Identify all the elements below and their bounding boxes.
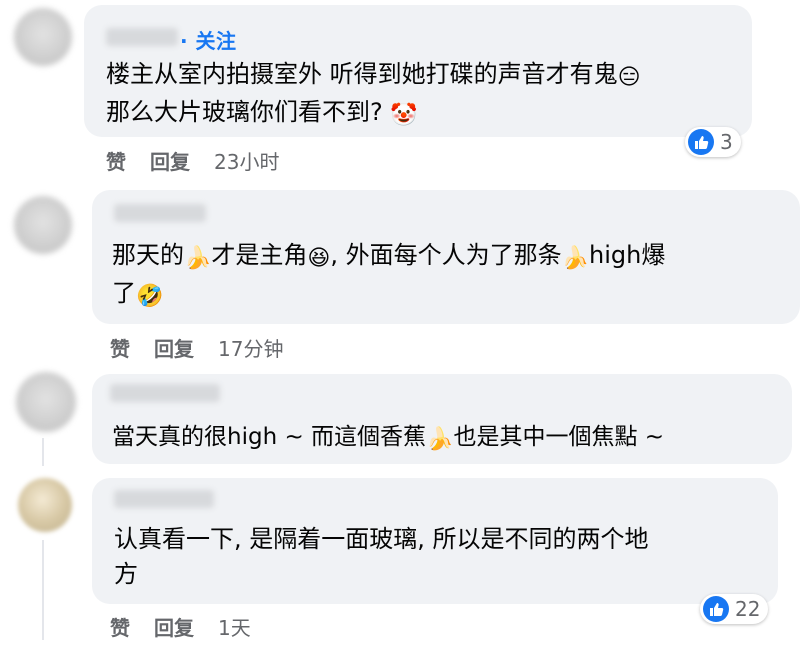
comment-bubble: 认真看一下, 是隔着一面玻璃, 所以是不同的两个地 方 [92,478,778,604]
reply-button[interactable]: 回复 [154,616,194,640]
comment-line: 那么大片玻璃你们看不到? [106,98,383,126]
comment-line-segment: 也是其中一個焦點 ~ [453,424,665,450]
grinning-squint-emoji: 😆 [307,246,331,271]
comment-actions: 赞回复 23小时 [106,146,279,175]
comment-text: 那天的🍌才是主角😆, 外面每个人为了那条🍌high爆 了🤣 [112,238,665,314]
reply-button[interactable]: 回复 [154,337,194,361]
comment-line: 了 [112,279,136,307]
comment-line-segment: 才是主角 [211,241,308,269]
rolling-laughing-emoji: 🤣 [136,284,164,309]
commenter-name-redacted[interactable] [114,490,214,508]
commenter-avatar[interactable] [18,478,72,532]
comment-actions: 赞回复 1天 [110,612,251,641]
banana-emoji: 🍌 [426,427,454,452]
comment-bubble: 那天的🍌才是主角😆, 外面每个人为了那条🍌high爆 了🤣 [92,190,800,324]
reaction-count: 22 [735,597,761,621]
like-button[interactable]: 赞 [110,337,130,361]
like-button[interactable]: 赞 [110,616,130,640]
comment-bubble: 當天真的很high ~ 而這個香蕉🍌也是其中一個焦點 ~ [92,374,792,464]
comment-bubble: · 关注 楼主从室内拍摄室外 听得到她打碟的声音才有鬼😑 那么大片玻璃你们看不到… [84,5,752,137]
thread-line [42,540,44,640]
reaction-count: 3 [720,130,733,154]
comment-line: 方 [114,560,138,588]
clown-emoji: 🤡 [390,103,418,128]
follow-link[interactable]: · 关注 [180,25,237,54]
like-button[interactable]: 赞 [106,150,126,174]
commenter-avatar[interactable] [14,8,72,66]
reply-button[interactable]: 回复 [150,150,190,174]
banana-emoji: 🍌 [561,246,590,271]
expressionless-emoji: 😑 [617,65,641,90]
comment-line-segment: , 外面每个人为了那条 [330,241,562,269]
comment-text: 楼主从室内拍摄室外 听得到她打碟的声音才有鬼😑 那么大片玻璃你们看不到? 🤡 [106,57,641,133]
commenter-name-redacted[interactable] [110,384,220,402]
comment-line-segment: high爆 [589,241,666,269]
comment-text: 當天真的很high ~ 而這個香蕉🍌也是其中一個焦點 ~ [112,420,664,457]
thread-line [42,438,44,466]
comment-text: 认真看一下, 是隔着一面玻璃, 所以是不同的两个地 方 [114,522,649,592]
reaction-count-badge[interactable]: 3 [685,127,741,157]
banana-emoji: 🍌 [184,246,212,271]
commenter-avatar[interactable] [14,196,72,254]
comment-timestamp[interactable]: 1天 [218,616,251,640]
comment-line: 认真看一下, 是隔着一面玻璃, 所以是不同的两个地 [114,525,649,553]
commenter-avatar[interactable] [16,372,76,432]
thumbs-up-icon [703,596,729,622]
comment-line: 楼主从室内拍摄室外 听得到她打碟的声音才有鬼 [106,60,618,88]
thumbs-up-icon [688,129,714,155]
comment-actions: 赞回复 17分钟 [110,333,283,362]
reaction-count-badge[interactable]: 22 [700,594,769,624]
comment-timestamp[interactable]: 17分钟 [218,337,283,361]
comment-line-segment: 當天真的很high ~ 而這個香蕉 [112,424,427,450]
comment-timestamp[interactable]: 23小时 [214,150,279,174]
commenter-name-redacted[interactable] [114,204,206,222]
commenter-name-redacted[interactable] [106,28,178,46]
comment-line-segment: 那天的 [112,241,184,269]
